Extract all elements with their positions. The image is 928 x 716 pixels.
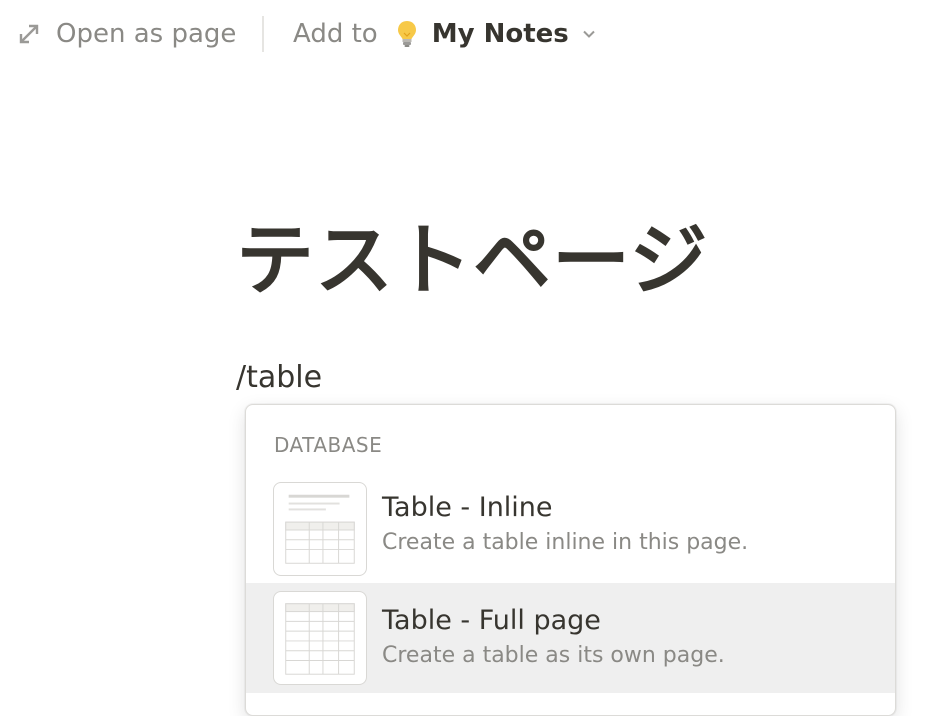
toolbar-divider [262, 16, 264, 52]
menu-item-table-inline[interactable]: Table - Inline Create a table inline in … [246, 478, 895, 588]
menu-item-description: Create a table inline in this page. [382, 530, 749, 555]
expand-arrows-icon [19, 24, 39, 44]
chevron-down-icon [583, 30, 595, 38]
table-inline-icon [273, 482, 367, 576]
top-bar: Open as page Add to My Notes [0, 0, 928, 70]
menu-item-description: Create a table as its own page. [382, 643, 725, 668]
open-as-page-label: Open as page [56, 19, 237, 49]
add-to-label: Add to [293, 19, 378, 49]
open-as-page-button[interactable]: Open as page [18, 16, 236, 52]
menu-item-title: Table - Full page [382, 605, 601, 636]
slash-command-menu: DATABASE Table - Inline Create a table i… [245, 404, 896, 716]
page-title[interactable]: テストページ [236, 198, 708, 310]
menu-item-title: Table - Inline [382, 492, 553, 523]
slash-command-input[interactable]: /table [236, 360, 322, 395]
add-to-selector[interactable]: Add to My Notes [293, 16, 597, 52]
table-full-page-icon [273, 591, 367, 685]
section-label-database: DATABASE [274, 433, 383, 457]
lightbulb-icon [397, 21, 416, 47]
workspace-name: My Notes [431, 19, 569, 49]
menu-item-table-full-page[interactable]: Table - Full page Create a table as its … [246, 583, 895, 693]
